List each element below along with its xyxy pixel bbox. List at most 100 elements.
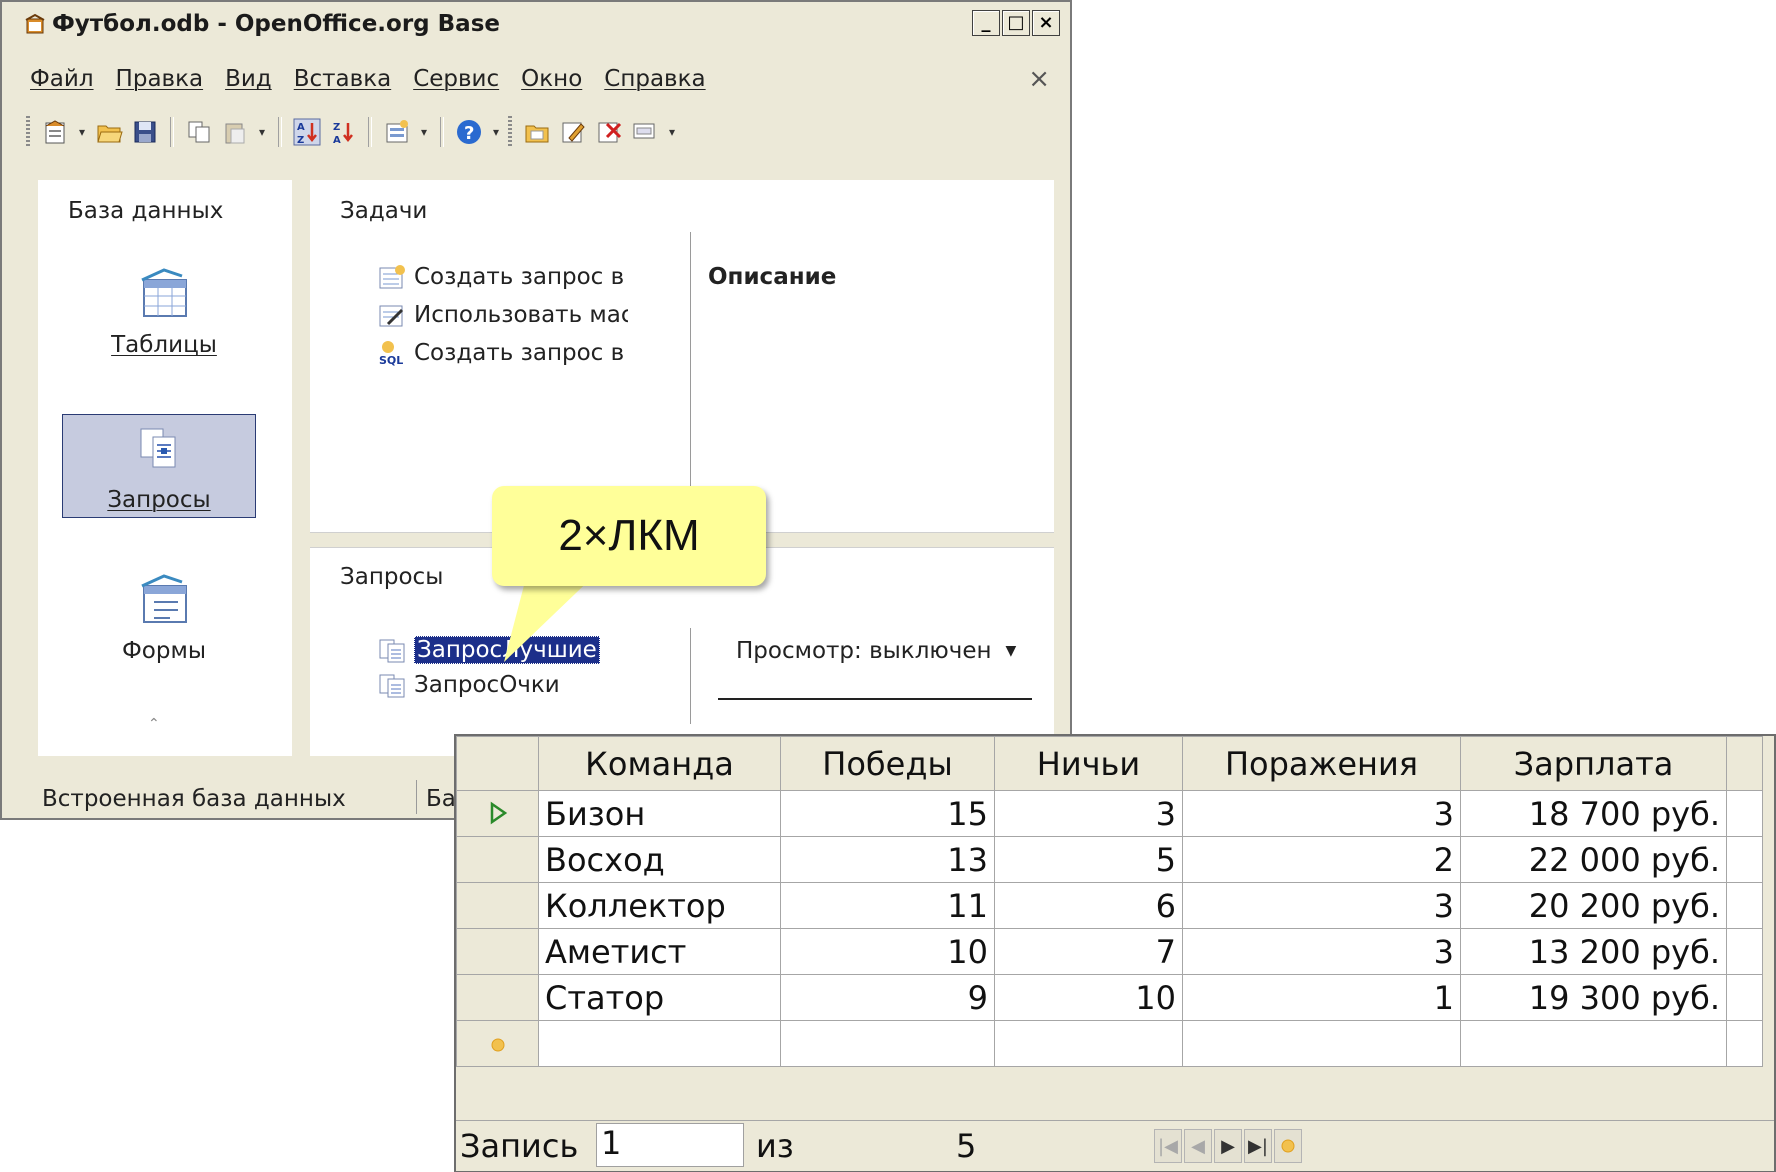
row-selector[interactable] <box>456 974 539 1021</box>
copy-icon[interactable] <box>184 117 214 147</box>
menu-file[interactable]: Файл <box>30 66 94 92</box>
close-button[interactable]: × <box>1032 10 1060 36</box>
cell-wins[interactable]: 10 <box>780 928 995 975</box>
cell-wins[interactable]: 11 <box>780 882 995 929</box>
scroll-more-icon[interactable]: ⌃ <box>148 716 160 732</box>
task-create-sql[interactable]: SQL Создать запрос в ре <box>378 340 628 366</box>
open-folder-icon[interactable] <box>94 117 124 147</box>
column-header[interactable]: Победы <box>780 736 995 791</box>
table-row[interactable]: Бизон 15 3 3 18 700 руб. <box>456 790 1763 837</box>
cell-team[interactable]: Восход <box>538 836 781 883</box>
maximize-button[interactable]: □ <box>1002 10 1030 36</box>
cell-draws[interactable]: 5 <box>994 836 1183 883</box>
preview-dropdown[interactable]: Просмотр: выключен ▼ <box>736 638 1016 664</box>
cell-empty <box>1726 974 1763 1021</box>
table-row[interactable]: Статор 9 10 1 19 300 руб. <box>456 974 1763 1021</box>
column-header[interactable]: Команда <box>538 736 781 791</box>
cell-salary[interactable]: 13 200 руб. <box>1460 928 1727 975</box>
sort-descending-icon[interactable]: ZA <box>328 117 358 147</box>
sidebar-item-forms[interactable]: Формы <box>68 572 260 664</box>
sort-ascending-icon[interactable]: AZ <box>292 117 322 147</box>
document-close-icon[interactable]: × <box>1028 64 1050 94</box>
paste-icon[interactable] <box>220 117 250 147</box>
menu-tools[interactable]: Сервис <box>413 66 499 92</box>
cell-salary[interactable]: 19 300 руб. <box>1460 974 1727 1021</box>
cell-team[interactable]: Статор <box>538 974 781 1021</box>
cell-losses[interactable]: 3 <box>1182 790 1461 837</box>
cell-empty[interactable] <box>1182 1020 1461 1067</box>
toolbar-overflow-icon-2[interactable]: ▾ <box>666 117 678 147</box>
title-bar[interactable]: Футбол.odb - OpenOffice.org Base _ □ × <box>10 8 1066 40</box>
cell-draws[interactable]: 7 <box>994 928 1183 975</box>
cell-losses[interactable]: 1 <box>1182 974 1461 1021</box>
cell-salary[interactable]: 18 700 руб. <box>1460 790 1727 837</box>
task-label: Создать запрос в ре <box>414 340 628 366</box>
help-icon[interactable]: ? <box>454 117 484 147</box>
window-title: Футбол.odb - OpenOffice.org Base <box>52 11 500 37</box>
sidebar-item-tables[interactable]: Таблицы <box>68 266 260 358</box>
form-dropdown-icon[interactable]: ▾ <box>418 117 430 147</box>
table-row[interactable]: Аметист 10 7 3 13 200 руб. <box>456 928 1763 975</box>
row-header-corner[interactable] <box>456 736 539 791</box>
column-header[interactable]: Зарплата <box>1460 736 1727 791</box>
record-number-input[interactable]: 1 <box>596 1123 744 1167</box>
cell-losses[interactable]: 3 <box>1182 928 1461 975</box>
next-record-icon[interactable]: ▶ <box>1214 1129 1242 1163</box>
save-icon[interactable] <box>130 117 160 147</box>
minimize-button[interactable]: _ <box>972 10 1000 36</box>
form-design-icon[interactable] <box>382 117 412 147</box>
menu-view[interactable]: Вид <box>225 66 272 92</box>
menu-insert[interactable]: Вставка <box>294 66 391 92</box>
task-use-wizard[interactable]: Использовать масте <box>378 302 628 328</box>
last-record-icon[interactable]: ▶| <box>1244 1129 1272 1163</box>
current-row-icon[interactable] <box>456 790 539 837</box>
edit-icon[interactable] <box>558 117 588 147</box>
row-selector[interactable] <box>456 928 539 975</box>
rename-icon[interactable] <box>630 117 660 147</box>
folder-open-icon[interactable] <box>522 117 552 147</box>
new-dropdown-icon[interactable]: ▾ <box>76 117 88 147</box>
toolbar: ▾ ▾ AZ ZA ▾ ? ▾ ▾ <box>26 110 1056 154</box>
cell-wins[interactable]: 9 <box>780 974 995 1021</box>
first-record-icon[interactable]: |◀ <box>1154 1129 1182 1163</box>
menu-edit[interactable]: Правка <box>116 66 204 92</box>
new-record-row[interactable] <box>456 1020 1763 1067</box>
column-header[interactable]: Поражения <box>1182 736 1461 791</box>
cell-empty[interactable] <box>780 1020 995 1067</box>
table-row[interactable]: Коллектор 11 6 3 20 200 руб. <box>456 882 1763 929</box>
menu-help[interactable]: Справка <box>604 66 705 92</box>
paste-dropdown-icon[interactable]: ▾ <box>256 117 268 147</box>
new-document-icon[interactable] <box>40 117 70 147</box>
cell-salary[interactable]: 20 200 руб. <box>1460 882 1727 929</box>
toolbar-grip[interactable] <box>26 116 30 148</box>
query-item-points[interactable]: ЗапросОчки <box>378 672 560 698</box>
cell-empty[interactable] <box>538 1020 781 1067</box>
task-create-design[interactable]: Создать запрос в ре <box>378 264 628 290</box>
cell-wins[interactable]: 15 <box>780 790 995 837</box>
cell-losses[interactable]: 2 <box>1182 836 1461 883</box>
menu-bar: Файл Правка Вид Вставка Сервис Окно Спра… <box>30 66 706 92</box>
row-selector[interactable] <box>456 882 539 929</box>
column-header[interactable]: Ничьи <box>994 736 1183 791</box>
row-selector[interactable] <box>456 836 539 883</box>
cell-empty[interactable] <box>994 1020 1183 1067</box>
cell-draws[interactable]: 6 <box>994 882 1183 929</box>
cell-wins[interactable]: 13 <box>780 836 995 883</box>
new-record-nav-icon[interactable] <box>1274 1129 1302 1163</box>
toolbar-grip[interactable] <box>508 116 512 148</box>
cell-empty[interactable] <box>1460 1020 1727 1067</box>
cell-salary[interactable]: 22 000 руб. <box>1460 836 1727 883</box>
table-row[interactable]: Восход 13 5 2 22 000 руб. <box>456 836 1763 883</box>
cell-losses[interactable]: 3 <box>1182 882 1461 929</box>
cell-team[interactable]: Аметист <box>538 928 781 975</box>
cell-draws[interactable]: 10 <box>994 974 1183 1021</box>
cell-team[interactable]: Коллектор <box>538 882 781 929</box>
cell-team[interactable]: Бизон <box>538 790 781 837</box>
cell-draws[interactable]: 3 <box>994 790 1183 837</box>
sidebar-item-queries[interactable]: Запросы <box>62 414 256 518</box>
menu-window[interactable]: Окно <box>521 66 582 92</box>
previous-record-icon[interactable]: ◀ <box>1184 1129 1212 1163</box>
new-record-icon[interactable] <box>456 1020 539 1067</box>
delete-icon[interactable] <box>594 117 624 147</box>
toolbar-overflow-icon[interactable]: ▾ <box>490 117 502 147</box>
